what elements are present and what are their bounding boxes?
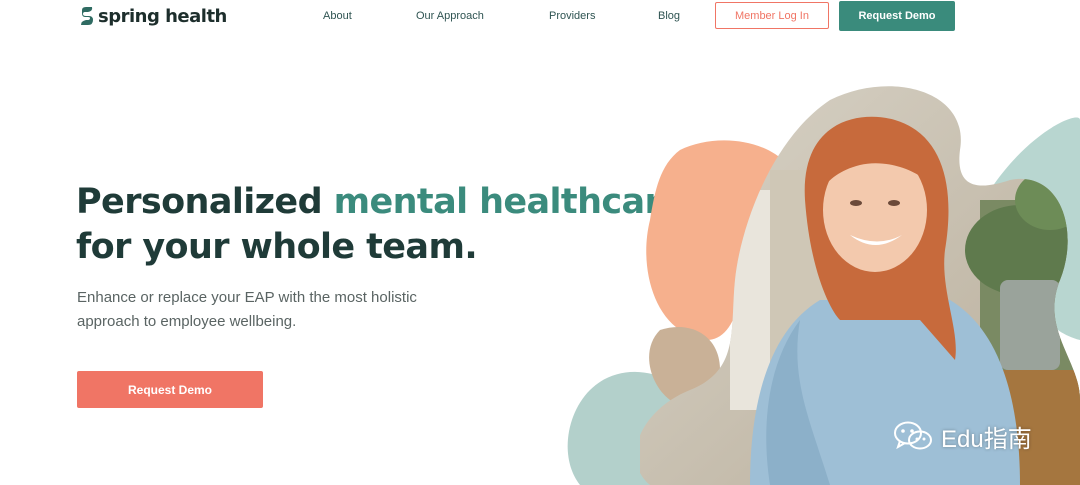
request-demo-button-hero[interactable]: Request Demo	[77, 371, 263, 408]
nav-our-approach[interactable]: Our Approach	[416, 10, 484, 22]
wechat-watermark: Edu指南	[893, 418, 1032, 454]
hero-headline-part2: for your whole team.	[76, 227, 478, 267]
top-navigation: spring health About Our Approach Provide…	[0, 0, 1080, 34]
nav-about[interactable]: About	[323, 10, 352, 22]
spring-health-logo[interactable]: spring health	[80, 4, 227, 28]
nav-blog[interactable]: Blog	[658, 10, 680, 22]
request-demo-button-header[interactable]: Request Demo	[839, 1, 955, 31]
spring-health-logo-icon	[81, 7, 93, 25]
watermark-text: Edu指南	[941, 425, 1032, 453]
hero-headline-part1: Personalized	[76, 182, 334, 222]
wechat-icon	[894, 421, 932, 450]
brand-name: spring health	[98, 5, 227, 27]
nav-providers[interactable]: Providers	[549, 10, 595, 22]
hero-subtitle: Enhance or replace your EAP with the mos…	[77, 289, 417, 330]
member-login-button[interactable]: Member Log In	[715, 2, 829, 29]
